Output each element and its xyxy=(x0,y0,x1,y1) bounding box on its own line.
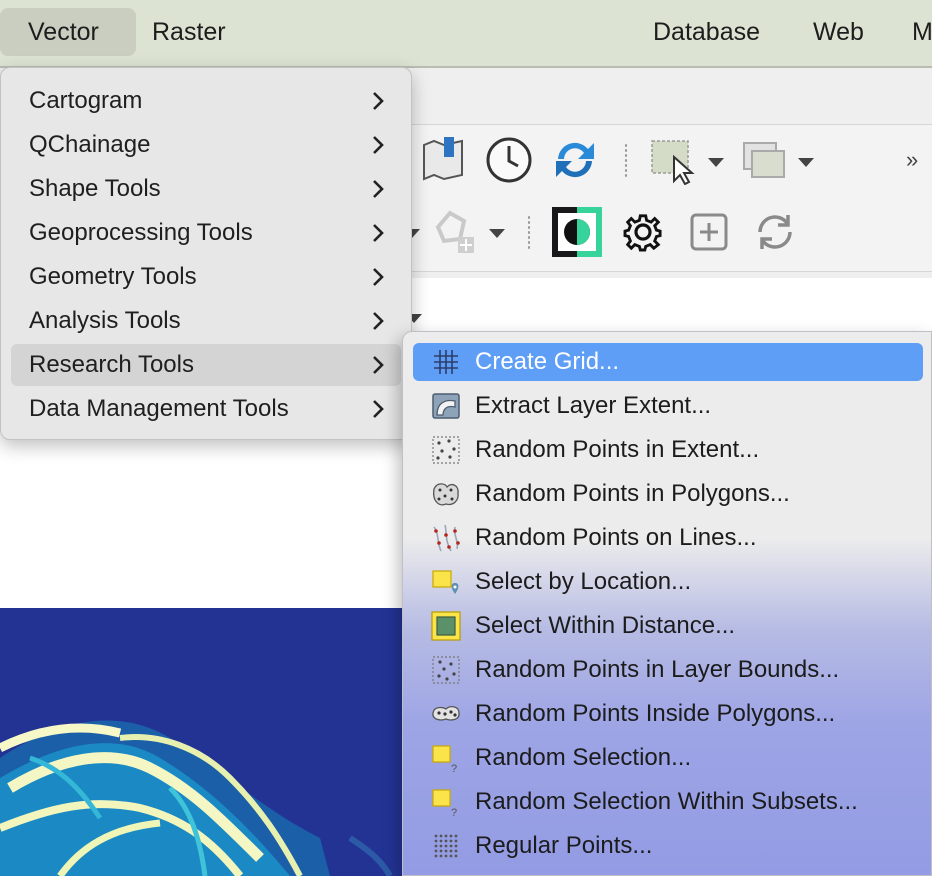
select-distance-icon xyxy=(431,611,461,641)
submenu-item-create-grid[interactable]: Create Grid... xyxy=(413,343,923,381)
submenu-item-random-selection[interactable]: ? Random Selection... xyxy=(413,739,923,777)
submenu-item-label: Regular Points... xyxy=(475,832,653,859)
research-tools-submenu: Create Grid... Extract Layer Extent... R… xyxy=(402,331,932,876)
menu-item-cartogram[interactable]: Cartogram xyxy=(11,80,401,122)
submenu-item-label: Select by Location... xyxy=(475,568,692,595)
submenu-item-label: Random Selection Within Subsets... xyxy=(475,788,858,815)
vector-menu: Cartogram QChainage Shape Tools Geoproce… xyxy=(0,67,412,440)
menu-database[interactable]: Database xyxy=(637,8,776,56)
chevron-right-icon xyxy=(373,180,384,198)
submenu-item-random-points-inside-polygons[interactable]: Random Points Inside Polygons... xyxy=(413,695,923,733)
submenu-item-label: Random Points Inside Polygons... xyxy=(475,700,836,727)
layer-extent-icon xyxy=(431,391,461,421)
chevron-right-icon xyxy=(373,356,384,374)
random-selection-icon: ? xyxy=(431,743,461,775)
submenu-item-label: Random Points in Extent... xyxy=(475,436,760,463)
menu-item-label: Geoprocessing Tools xyxy=(29,219,253,246)
submenu-item-random-points-on-lines[interactable]: Random Points on Lines... xyxy=(413,519,923,557)
submenu-item-random-points-in-polygons[interactable]: Random Points in Polygons... xyxy=(413,475,923,513)
submenu-item-label: Random Points in Polygons... xyxy=(475,480,790,507)
submenu-item-select-by-location[interactable]: Select by Location... xyxy=(413,563,923,601)
select-features-icon[interactable] xyxy=(648,135,698,186)
random-points-bounds-icon xyxy=(431,655,461,685)
menu-item-geometry-tools[interactable]: Geometry Tools xyxy=(11,256,401,298)
submenu-item-extract-layer-extent[interactable]: Extract Layer Extent... xyxy=(413,387,923,425)
menu-raster-label: Raster xyxy=(152,18,226,46)
select-location-icon xyxy=(431,567,461,597)
svg-text:?: ? xyxy=(451,807,457,817)
menu-bar: Vector Raster Database Web M xyxy=(0,0,932,68)
random-points-inside-icon xyxy=(431,699,461,729)
menu-item-label: Analysis Tools xyxy=(29,307,181,334)
contrast-plugin-icon[interactable] xyxy=(552,207,602,257)
grid-icon xyxy=(431,347,461,377)
menu-item-qchainage[interactable]: QChainage xyxy=(11,124,401,166)
menu-item-shape-tools[interactable]: Shape Tools xyxy=(11,168,401,210)
chevron-right-icon xyxy=(373,224,384,242)
toolbar-separator xyxy=(527,215,531,251)
reload-icon[interactable] xyxy=(750,207,800,257)
submenu-item-select-within-distance[interactable]: Select Within Distance... xyxy=(413,607,923,645)
submenu-item-random-selection-within-subsets[interactable]: ? Random Selection Within Subsets... xyxy=(413,783,923,821)
submenu-item-label: Create Grid... xyxy=(475,348,620,375)
submenu-item-label: Random Selection... xyxy=(475,744,692,771)
menu-database-label: Database xyxy=(653,18,761,46)
menu-item-label: QChainage xyxy=(29,131,151,158)
menu-vector[interactable]: Vector xyxy=(0,8,136,56)
submenu-item-regular-points[interactable]: Regular Points... xyxy=(413,827,923,865)
submenu-item-label: Extract Layer Extent... xyxy=(475,392,712,419)
submenu-item-random-points-in-extent[interactable]: Random Points in Extent... xyxy=(413,431,923,469)
random-points-lines-icon xyxy=(431,523,461,553)
menu-item-analysis-tools[interactable]: Analysis Tools xyxy=(11,300,401,342)
random-points-extent-icon xyxy=(431,435,461,465)
menu-item-label: Research Tools xyxy=(29,351,194,378)
menu-web-label: Web xyxy=(813,18,864,46)
menu-item-geoprocessing-tools[interactable]: Geoprocessing Tools xyxy=(11,212,401,254)
chevron-right-icon xyxy=(373,136,384,154)
digitize-dropdown-caret[interactable] xyxy=(489,229,505,238)
submenu-item-label: Random Points in Layer Bounds... xyxy=(475,656,840,683)
menu-web[interactable]: Web xyxy=(797,8,880,56)
menu-raster[interactable]: Raster xyxy=(136,8,242,56)
svg-text:?: ? xyxy=(451,763,457,773)
chevron-right-icon xyxy=(373,312,384,330)
menu-item-label: Cartogram xyxy=(29,87,143,114)
menu-item-research-tools[interactable]: Research Tools xyxy=(11,344,401,386)
menu-item-label: Shape Tools xyxy=(29,175,161,202)
toolbar-overflow-button[interactable]: » xyxy=(906,147,918,173)
menu-item-data-management-tools[interactable]: Data Management Tools xyxy=(11,388,401,430)
random-selection-subsets-icon: ? xyxy=(431,787,461,819)
regular-points-icon xyxy=(431,831,461,861)
toolbar-separator xyxy=(624,143,628,179)
menu-item-label: Data Management Tools xyxy=(29,395,289,422)
table-dropdown-caret[interactable] xyxy=(798,158,814,167)
submenu-item-label: Random Points on Lines... xyxy=(475,524,757,551)
attribute-table-icon[interactable] xyxy=(740,135,790,185)
chevron-right-icon xyxy=(373,400,384,418)
clock-icon[interactable] xyxy=(484,135,534,185)
digitize-tool-icon[interactable] xyxy=(430,207,480,257)
add-plus-icon[interactable] xyxy=(684,207,734,257)
menu-item-label: Geometry Tools xyxy=(29,263,197,290)
settings-gear-icon[interactable] xyxy=(618,207,668,257)
select-dropdown-caret[interactable] xyxy=(708,158,724,167)
submenu-item-label: Select Within Distance... xyxy=(475,612,736,639)
menu-more-label: M xyxy=(912,18,932,46)
submenu-item-random-points-in-layer-bounds[interactable]: Random Points in Layer Bounds... xyxy=(413,651,923,689)
map-bookmark-icon[interactable] xyxy=(418,135,468,185)
refresh-icon[interactable] xyxy=(550,135,600,185)
menu-vector-label: Vector xyxy=(28,18,99,46)
chevron-right-icon xyxy=(373,268,384,286)
chevron-right-icon xyxy=(373,92,384,110)
menu-more[interactable]: M xyxy=(896,8,932,56)
random-points-polygons-icon xyxy=(431,479,461,509)
